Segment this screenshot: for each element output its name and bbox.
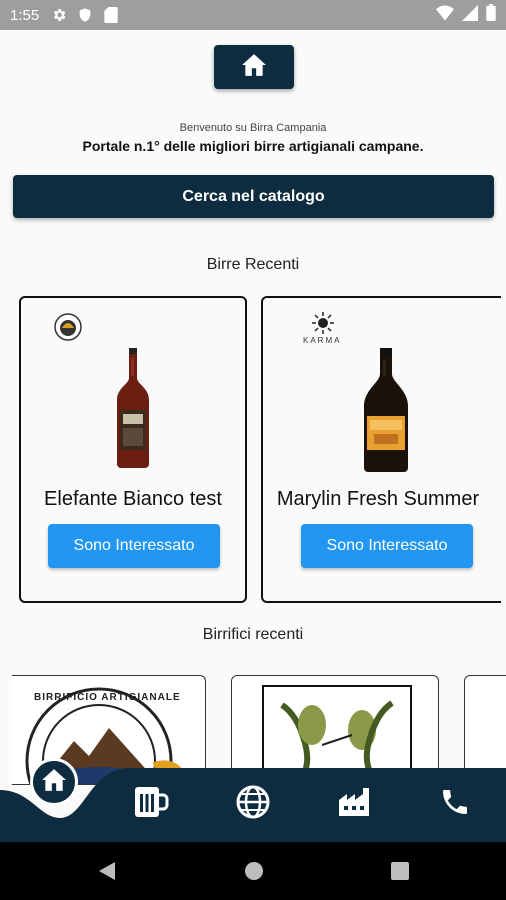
brand-name: KARMA — [303, 336, 342, 345]
search-catalog-button[interactable]: Cerca nel catalogo — [13, 175, 494, 218]
beer-card[interactable]: KARMA Marylin Fresh Summer Sono Interess… — [261, 296, 501, 603]
interested-button[interactable]: Sono Interessato — [48, 524, 220, 568]
beer-card[interactable]: Elefante Bianco test Sono Interessato — [19, 296, 247, 603]
tagline: Portale n.1° delle migliori birre artigi… — [82, 138, 424, 154]
beer-name: Elefante Bianco test — [44, 488, 222, 510]
settings-icon — [51, 7, 67, 23]
home-button[interactable] — [214, 45, 294, 89]
beer-mug-icon[interactable] — [131, 782, 171, 822]
recents-icon[interactable] — [389, 860, 411, 882]
beer-bottle-image — [362, 348, 410, 477]
welcome-text: Benvenuto su Birra Campania — [179, 122, 327, 134]
bottom-navigation — [0, 758, 506, 842]
globe-icon[interactable] — [233, 782, 273, 822]
sd-card-icon — [103, 7, 119, 23]
status-bar: 1:55 — [0, 0, 506, 30]
back-icon[interactable] — [96, 860, 118, 882]
phone-icon[interactable] — [435, 782, 475, 822]
brewery-logo — [54, 313, 82, 346]
factory-icon[interactable] — [335, 782, 375, 822]
beer-name: Marylin Fresh Summer — [276, 488, 480, 510]
karma-logo — [310, 312, 336, 339]
signal-icon — [462, 4, 478, 26]
home-nav-button[interactable] — [30, 758, 78, 806]
app-screen: 1:55 Benvenuto su Birra Campania Portale… — [0, 0, 506, 900]
home-icon — [241, 53, 267, 82]
beer-bottle-image — [115, 348, 151, 473]
brewery-logo-text: BIRRIFICIO ARTIGIANALE — [34, 692, 181, 703]
recent-beers-title: Birre Recenti — [206, 256, 300, 273]
interested-button[interactable]: Sono Interessato — [301, 524, 473, 568]
system-navigation-bar — [0, 842, 506, 900]
battery-icon — [486, 4, 496, 26]
home-icon — [41, 768, 67, 797]
status-time: 1:55 — [10, 6, 40, 24]
home-circle-icon[interactable] — [243, 860, 265, 882]
wifi-icon — [436, 5, 454, 26]
recent-breweries-title: Birrifici recenti — [202, 626, 304, 643]
shield-icon — [77, 7, 93, 23]
